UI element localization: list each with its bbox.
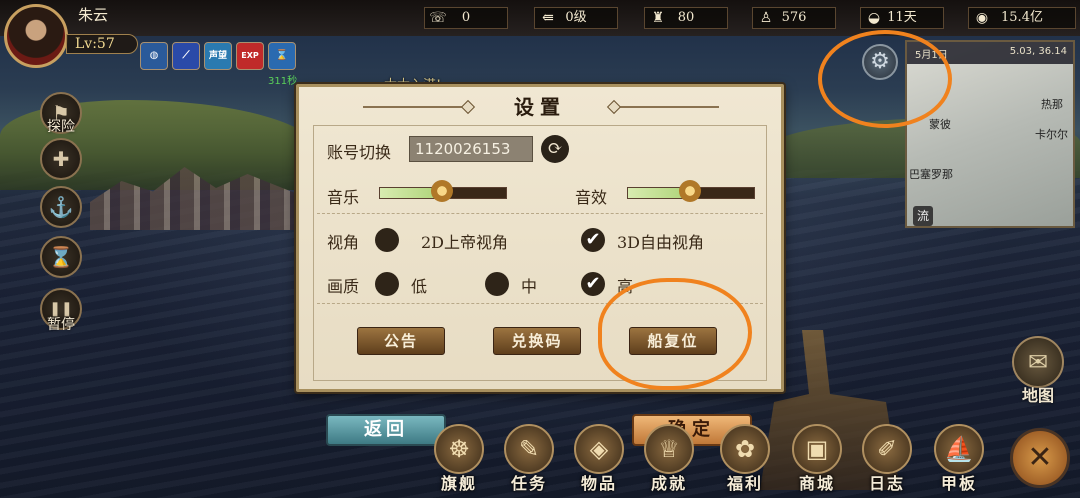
nav-label: 日志 [868, 474, 905, 493]
quality-high-radio[interactable]: ✔ [581, 272, 605, 296]
cross-icon: ✚ [52, 147, 70, 171]
nav-label: 旗舰 [440, 474, 477, 493]
checkmark-icon: ✔ [585, 229, 601, 250]
map-label: 地图 [1021, 386, 1054, 405]
nav-label: 成就 [650, 474, 687, 493]
anchor-icon: ⚓ [48, 195, 74, 219]
player-avatar[interactable] [4, 4, 68, 68]
resource-sailors: ♙ 576 [752, 7, 836, 29]
hourglass-button[interactable]: ⌛ [40, 236, 82, 278]
switch-account-button[interactable]: ⟳ [541, 135, 569, 163]
refresh-icon: ⟳ [547, 138, 563, 159]
view-3d-radio[interactable]: ✔ [581, 228, 605, 252]
nav-achievements[interactable]: ♕ 成就 [634, 424, 704, 494]
quality-low-radio[interactable] [375, 272, 399, 296]
book-icon: ✐ [862, 424, 912, 474]
minimap-place: 巴塞罗那 [909, 168, 953, 181]
nav-welfare[interactable]: ✿ 福利 [710, 424, 780, 494]
nav-label: 任务 [510, 474, 547, 493]
nav-label: 物品 [580, 474, 617, 493]
anchor-button[interactable]: ⚓ [40, 186, 82, 228]
music-label: 音乐 [327, 188, 360, 207]
nav-journal[interactable]: ✐ 日志 [852, 424, 922, 494]
minimap-coords: 5.03, 36.14 [1009, 46, 1067, 57]
announcement-button[interactable]: 公告 [357, 327, 445, 355]
phone-icon: ☏ [429, 10, 447, 26]
coin-icon: ◉ [975, 10, 989, 26]
view-label: 视角 [327, 233, 360, 252]
player-level: Lv:57 [66, 34, 138, 54]
ship-icon: ⛵ [934, 424, 984, 474]
music-slider-knob[interactable] [431, 180, 453, 202]
divider [317, 213, 763, 214]
account-id-field[interactable]: 1120026153 [409, 136, 533, 162]
quality-low-label: 低 [411, 277, 428, 296]
nav-label: 甲板 [940, 474, 977, 493]
player-name: 朱云 [78, 6, 109, 24]
resource-gold: ◉ 15.4亿 [968, 7, 1076, 29]
feather-icon[interactable]: ⟋ [172, 42, 200, 70]
brain-icon[interactable]: ◍ [140, 42, 168, 70]
minimap-place: 卡尔尔 [1035, 128, 1068, 141]
nav-shop[interactable]: ▣ 商城 [782, 424, 852, 494]
pause-label: 暂停 [47, 317, 75, 333]
nav-quests[interactable]: ✎ 任务 [494, 424, 564, 494]
map-scroll-icon: ✉ [1027, 348, 1049, 376]
close-menu-button[interactable]: ✕ [1010, 428, 1070, 488]
nav-label: 商城 [798, 474, 835, 493]
title-ornament-left [363, 106, 463, 108]
sfx-label: 音效 [575, 188, 608, 207]
view-2d-radio[interactable] [375, 228, 399, 252]
nav-flagship[interactable]: ☸ 旗舰 [424, 424, 494, 494]
checkmark-icon: ✔ [585, 273, 601, 294]
quality-label: 画质 [327, 277, 360, 296]
trophy-icon: ♕ [644, 424, 694, 474]
highlight-circle-gear [818, 30, 952, 128]
gift-icon: ✿ [720, 424, 770, 474]
bread-icon: ◒ [867, 10, 881, 26]
resource-crew: ♜ 80 [644, 7, 728, 29]
sfx-slider-knob[interactable] [679, 180, 701, 202]
reputation-icon[interactable]: 声望 [204, 42, 232, 70]
close-icon: ✕ [1027, 440, 1053, 475]
resource-food: ◒ 11天 [860, 7, 944, 29]
account-label: 账号切换 [327, 143, 392, 162]
nav-deck[interactable]: ⛵ 甲板 [924, 424, 994, 494]
quality-mid-radio[interactable] [485, 272, 509, 296]
view-3d-label: 3D自由视角 [617, 233, 705, 252]
arrows-icon: ⇚ [542, 10, 554, 26]
cross-button[interactable]: ✚ [40, 138, 82, 180]
scroll-icon: ✎ [504, 424, 554, 474]
explore-label: 探险 [47, 119, 75, 135]
resource-level: ⇚ 0级 [534, 7, 618, 29]
sailor-icon: ♙ [759, 10, 773, 26]
nav-items[interactable]: ◈ 物品 [564, 424, 634, 494]
nav-label: 福利 [726, 474, 763, 493]
hourglass-icon: ⌛ [48, 245, 74, 269]
hourglass-icon[interactable]: ⌛ [268, 42, 296, 70]
title-ornament-right [619, 106, 719, 108]
redeem-code-button[interactable]: 兑换码 [493, 327, 581, 355]
minimap-place: 蒙彼 [929, 118, 951, 131]
chest-icon: ▣ [792, 424, 842, 474]
current-flow-button[interactable]: 流 [913, 206, 933, 226]
bag-icon: ◈ [574, 424, 624, 474]
exp-icon[interactable]: EXP [236, 42, 264, 70]
wheel-icon: ☸ [434, 424, 484, 474]
minimap-place: 热那 [1041, 98, 1063, 111]
buff-timer: 311秒 [268, 76, 298, 87]
quality-mid-label: 中 [521, 277, 538, 296]
view-2d-label: 2D上帝视角 [421, 233, 509, 252]
map-button[interactable]: ✉ [1012, 336, 1064, 388]
crew-icon: ♜ [651, 10, 665, 26]
resource-phone: ☏ 0 [424, 7, 508, 29]
